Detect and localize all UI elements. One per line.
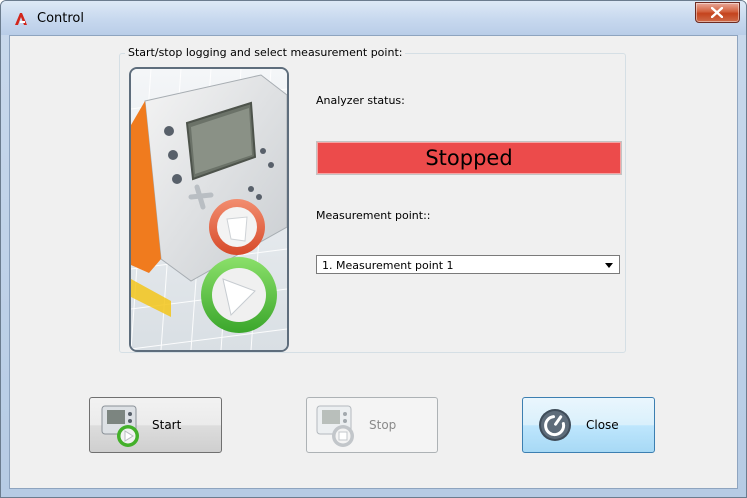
- close-icon: [711, 7, 723, 18]
- measurement-point-selected: 1. Measurement point 1: [322, 259, 454, 272]
- start-button[interactable]: Start: [89, 397, 222, 453]
- power-icon: [539, 409, 571, 441]
- stop-button[interactable]: Stop: [306, 397, 438, 453]
- control-window: Control Start/stop logging and select me…: [0, 0, 747, 498]
- analyzer-device-illustration: [129, 67, 289, 352]
- close-button[interactable]: Close: [522, 397, 655, 453]
- start-button-label: Start: [152, 418, 182, 432]
- group-title: Start/stop logging and select measuremen…: [125, 46, 406, 59]
- app-logo-icon: [15, 13, 27, 25]
- chevron-down-icon: [605, 263, 613, 268]
- analyzer-status-value: Stopped: [316, 141, 622, 175]
- analyzer-play-icon: [101, 405, 139, 447]
- window-title: Control: [37, 11, 84, 26]
- analyzer-stop-icon: [316, 405, 354, 447]
- stop-button-label: Stop: [369, 418, 397, 432]
- measurement-point-label: Measurement point::: [316, 209, 431, 222]
- measurement-point-select[interactable]: 1. Measurement point 1: [316, 255, 620, 274]
- close-button-label: Close: [586, 418, 619, 432]
- title-bar[interactable]: Control: [1, 1, 746, 35]
- window-close-button[interactable]: [695, 2, 740, 23]
- analyzer-status-label: Analyzer status:: [316, 94, 405, 107]
